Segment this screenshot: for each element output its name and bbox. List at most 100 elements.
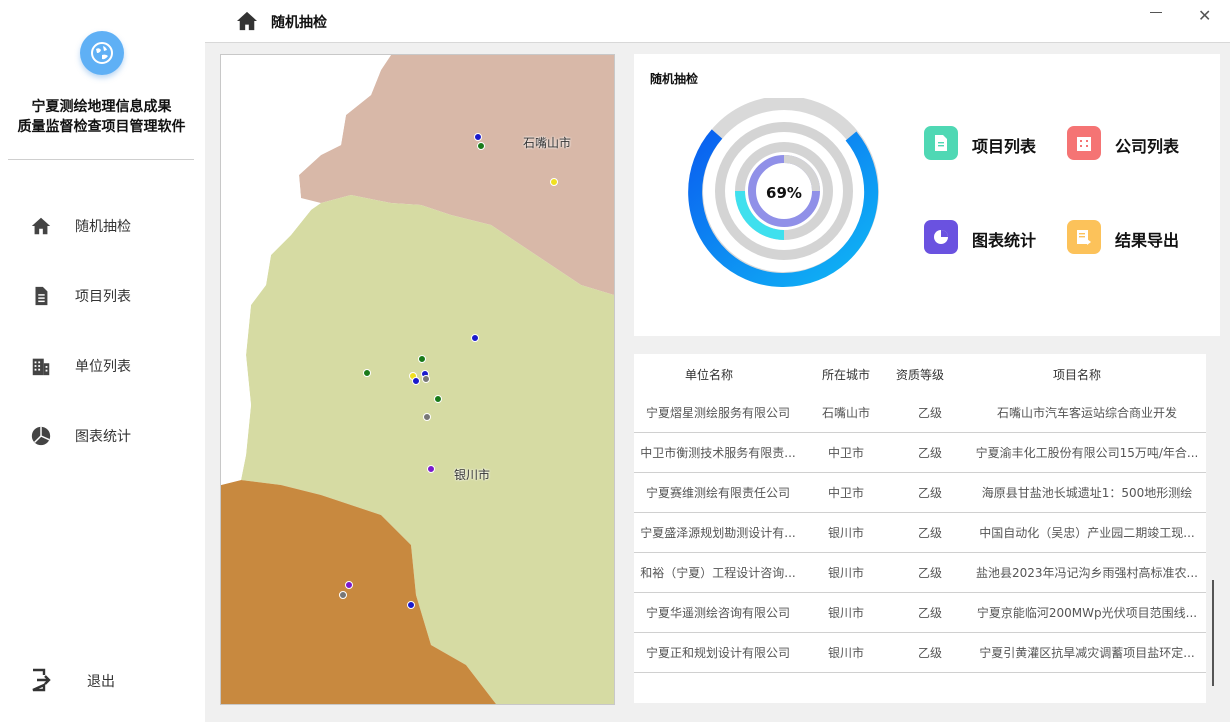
map-point [434,395,442,403]
progress-gauge: 69% [684,96,884,298]
panel-title: 随机抽检 [650,72,699,86]
map-point [471,334,479,342]
sidebar-item-random-check[interactable]: 随机抽检 [0,205,205,245]
table-cell: 宁夏赛维测绘有限责任公司 [645,486,790,500]
building-icon [1067,126,1101,160]
table-header: 单位名称 所在城市 资质等级 项目名称 [634,354,1206,392]
map-canvas[interactable] [221,55,614,704]
sidebar-item-chart-stats[interactable]: 图表统计 [0,415,205,455]
document-icon [924,126,958,160]
map-view[interactable]: 石嘴山市 银川市 [220,54,615,705]
table-cell: 银川市 [827,606,864,620]
project-table[interactable]: 单位名称 所在城市 资质等级 项目名称 宁夏熠星测绘服务有限公司 石嘴山市 乙级 石嘴… [634,354,1206,703]
tile-company-list[interactable]: 公司列表 [1067,126,1207,170]
tile-project-list[interactable]: 项目列表 [924,126,1064,170]
table-cell: 海原县甘盐池长城遗址1：500地形测绘 [981,486,1193,500]
table-cell: 宁夏熠星测绘服务有限公司 [645,406,790,420]
map-point [550,178,558,186]
table-cell: 中卫市衡测技术服务有限责... [640,446,796,460]
table-cell: 乙级 [917,606,942,620]
sidebar-item-label: 随机抽检 [75,219,131,235]
home-icon[interactable] [236,11,258,31]
map-point [363,369,371,377]
page-title: 随机抽检 [271,15,327,31]
logout-icon [32,668,51,692]
column-header: 资质等级 [895,368,944,382]
column-header: 项目名称 [1052,368,1101,382]
table-scrollbar[interactable] [1212,580,1214,686]
column-header: 单位名称 [684,368,733,382]
table-cell: 银川市 [827,526,864,540]
map-point [412,377,420,385]
app-title: 宁夏测绘地理信息成果 质量监督检查项目管理软件 [0,97,203,137]
table-row[interactable]: 宁夏赛维测绘有限责任公司 中卫市 乙级 海原县甘盐池长城遗址1：500地形测绘 [634,472,1206,513]
exit-label: 退出 [87,674,115,690]
table-cell: 宁夏京能临河200MWp光伏项目范围线... [976,606,1198,620]
table-cell: 乙级 [917,446,942,460]
table-cell: 石嘴山市 [821,406,870,420]
exit-button[interactable]: 退出 [0,660,205,700]
sidebar-item-label: 项目列表 [75,289,131,305]
map-point [422,375,430,383]
sidebar-item-label: 图表统计 [75,429,131,445]
globe-icon [91,42,113,64]
table-cell: 盐池县2023年冯记沟乡雨强村高标准农... [976,566,1198,580]
gauge-percent: 69% [766,184,802,202]
table-cell: 宁夏华遥测绘咨询有限公司 [645,606,790,620]
building-icon [32,358,50,376]
table-cell: 宁夏盛泽源规划勘测设计有... [640,526,796,540]
table-cell: 银川市 [827,566,864,580]
tile-chart-stats[interactable]: 图表统计 [924,220,1064,264]
table-row[interactable]: 宁夏正和规划设计有限公司 银川市 乙级 宁夏引黄灌区抗旱减灾调蓄项目盐环定... [634,632,1206,673]
close-button[interactable]: ✕ [1198,6,1211,25]
map-point [423,413,431,421]
tile-label: 公司列表 [1115,137,1180,156]
app-title-line2: 质量监督检查项目管理软件 [17,119,186,135]
document-icon [35,286,48,306]
map-point [474,133,482,141]
table-cell: 中卫市 [827,486,864,500]
minimize-button[interactable] [1150,12,1162,13]
table-row[interactable]: 宁夏熠星测绘服务有限公司 石嘴山市 乙级 石嘴山市汽车客运站综合商业开发 [634,392,1206,433]
tile-export-results[interactable]: 结果导出 [1067,220,1207,264]
export-icon [1067,220,1101,254]
city-label-shizuishan: 石嘴山市 [523,136,572,150]
table-cell: 中卫市 [827,446,864,460]
table-cell: 乙级 [917,526,942,540]
city-label-yinchuan: 银川市 [454,468,491,482]
home-icon [31,217,51,235]
table-row[interactable]: 宁夏华遥测绘咨询有限公司 银川市 乙级 宁夏京能临河200MWp光伏项目范围线... [634,592,1206,633]
table-cell: 和裕（宁夏）工程设计咨询... [640,566,796,580]
table-row[interactable]: 宁夏盛泽源规划勘测设计有... 银川市 乙级 中国自动化（吴忠）产业园二期竣工现... [634,512,1206,553]
tile-label: 结果导出 [1115,231,1180,250]
map-point [477,142,485,150]
map-point [345,581,353,589]
sidebar-item-unit-list[interactable]: 单位列表 [0,345,205,385]
table-cell: 中国自动化（吴忠）产业园二期竣工现... [979,526,1195,540]
table-cell: 石嘴山市汽车客运站综合商业开发 [996,406,1177,420]
table-cell: 宁夏正和规划设计有限公司 [645,646,790,660]
random-check-panel: 随机抽检 69% 项目列表 公司列表 图表统计 结果导出 [634,54,1220,336]
sidebar-item-project-list[interactable]: 项目列表 [0,275,205,315]
table-row[interactable]: 和裕（宁夏）工程设计咨询... 银川市 乙级 盐池县2023年冯记沟乡雨强村高标准农.… [634,552,1206,593]
map-point [339,591,347,599]
table-cell: 银川市 [827,646,864,660]
sidebar-divider [8,159,194,160]
tile-label: 项目列表 [972,137,1037,156]
table-cell: 乙级 [917,646,942,660]
column-header: 所在城市 [821,368,870,382]
app-title-line1: 宁夏测绘地理信息成果 [31,99,172,115]
table-cell: 乙级 [917,566,942,580]
app-logo [80,31,124,75]
table-row[interactable]: 中卫市衡测技术服务有限责... 中卫市 乙级 宁夏渝丰化工股份有限公司15万吨/年合.… [634,432,1206,473]
tile-label: 图表统计 [972,231,1037,250]
table-cell: 宁夏引黄灌区抗旱减灾调蓄项目盐环定... [979,646,1195,660]
sidebar-item-label: 单位列表 [75,359,131,375]
map-point [427,465,435,473]
table-cell: 乙级 [917,406,942,420]
sidebar: 宁夏测绘地理信息成果 质量监督检查项目管理软件 随机抽检 项目列表 单位列表 图… [0,0,205,722]
map-point [407,601,415,609]
pie-chart-icon [31,426,51,446]
map-point [418,355,426,363]
table-cell: 宁夏渝丰化工股份有限公司15万吨/年合... [975,446,1199,460]
